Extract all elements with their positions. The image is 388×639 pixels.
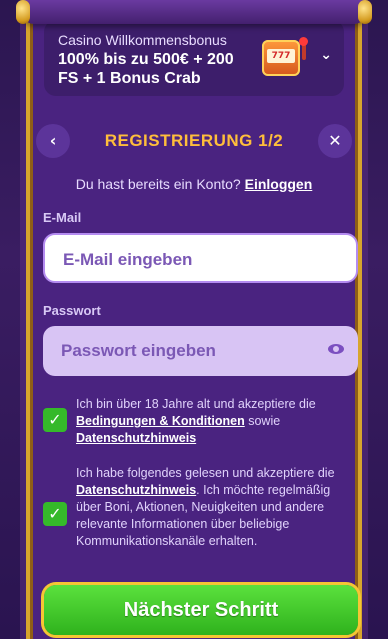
page-title: REGISTRIERUNG 1/2 xyxy=(104,131,284,150)
eye-icon[interactable] xyxy=(328,344,344,354)
scroll-knob-right xyxy=(358,0,372,24)
chevron-down-icon[interactable]: ⌄ xyxy=(320,47,332,63)
bonus-title: 100% bis zu 500€ + 200 FS + 1 Bonus Crab xyxy=(58,51,234,87)
marketing-consent-checkbox[interactable]: ✓ xyxy=(43,502,67,526)
background-right xyxy=(362,0,388,639)
password-label: Passwort xyxy=(43,303,101,318)
email-placeholder: E-Mail eingeben xyxy=(63,250,193,269)
close-button[interactable]: ✕ xyxy=(318,124,352,158)
password-placeholder: Passwort eingeben xyxy=(61,341,216,360)
welcome-bonus-banner[interactable]: Casino Willkommensbonus 100% bis zu 500€… xyxy=(44,20,344,96)
login-prompt: Du hast bereits ein Konto? Einloggen xyxy=(30,176,358,192)
slot-machine-icon: 777 xyxy=(262,37,308,76)
next-step-button[interactable]: Nächster Schritt xyxy=(44,585,358,635)
privacy-link-2[interactable]: Datenschutzhinweis xyxy=(76,483,196,497)
consent1-text-a: Ich bin über 18 Jahre alt und akzeptiere… xyxy=(76,397,316,411)
background-left xyxy=(0,0,26,639)
slot-window: 777 xyxy=(267,49,295,63)
password-field[interactable]: Passwort eingeben xyxy=(43,326,358,376)
consent2-text-a: Ich habe folgendes gelesen und akzeptier… xyxy=(76,466,335,480)
email-field[interactable]: E-Mail eingeben xyxy=(43,233,358,283)
slot-lever xyxy=(299,37,308,60)
terms-link[interactable]: Bedingungen & Konditionen xyxy=(76,414,245,428)
consent1-text-b: sowie xyxy=(248,414,281,428)
scroll-knob-left xyxy=(16,0,30,24)
privacy-link[interactable]: Datenschutzhinweis xyxy=(76,431,196,445)
marketing-consent-text: Ich habe folgendes gelesen und akzeptier… xyxy=(76,465,358,550)
bonus-subtitle: Casino Willkommensbonus xyxy=(58,32,227,48)
age-terms-checkbox[interactable]: ✓ xyxy=(43,408,67,432)
scroll-rod xyxy=(22,0,366,24)
email-label: E-Mail xyxy=(43,210,82,225)
login-prompt-text: Du hast bereits ein Konto? xyxy=(75,176,241,192)
age-terms-consent-text: Ich bin über 18 Jahre alt und akzeptiere… xyxy=(76,396,358,447)
registration-form: ‹ REGISTRIERUNG 1/2 ✕ Du hast bereits ei… xyxy=(30,110,358,639)
login-link[interactable]: Einloggen xyxy=(245,176,313,192)
form-header: ‹ REGISTRIERUNG 1/2 ✕ xyxy=(30,122,358,162)
